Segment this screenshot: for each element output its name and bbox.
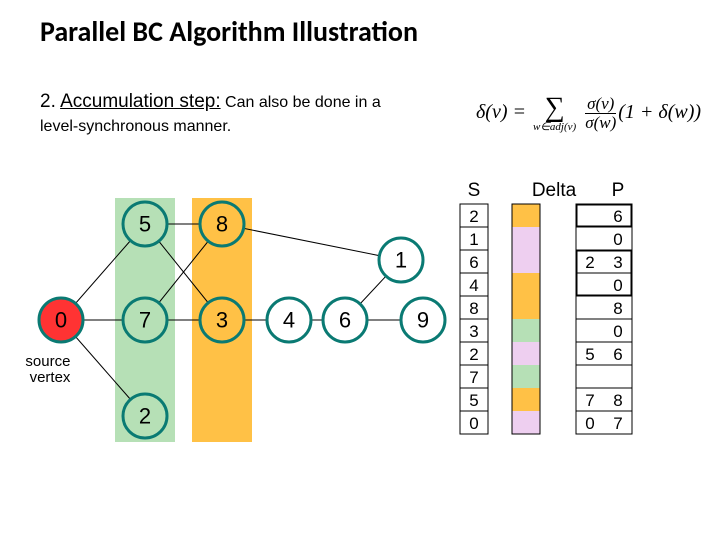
p-cell: 7 — [585, 391, 594, 410]
p-cell: 8 — [613, 299, 622, 318]
page-title: Parallel BC Algorithm Illustration — [40, 14, 418, 49]
formula: δ(v) = ∑ w∈adj(v) σ(v) σ(w) (1 + δ(w)) — [476, 94, 701, 133]
node-8: 8 — [200, 202, 244, 246]
node-0: 0 — [39, 298, 83, 342]
delta-column — [512, 204, 540, 434]
header-p: P — [612, 180, 625, 201]
s-cell: 0 — [469, 414, 478, 433]
p-column: 6023080567807 — [576, 204, 632, 434]
svg-text:8: 8 — [216, 212, 228, 237]
svg-text:1: 1 — [395, 248, 407, 273]
source-label: source vertex — [25, 353, 74, 386]
s-cell: 8 — [469, 299, 478, 318]
svg-text:5: 5 — [139, 212, 151, 237]
p-cell: 0 — [585, 414, 594, 433]
svg-text:7: 7 — [139, 308, 151, 333]
s-cell: 2 — [469, 207, 478, 226]
node-5: 5 — [123, 202, 167, 246]
s-column: 2 1 6 4 8 3 2 7 5 0 — [460, 204, 488, 434]
header-delta: Delta — [532, 180, 577, 201]
node-6: 6 — [323, 298, 367, 342]
diagram-canvas: 0 5 7 2 8 3 4 6 — [20, 180, 700, 520]
svg-text:9: 9 — [417, 308, 429, 333]
p-cell: 0 — [613, 322, 622, 341]
p-cell: 7 — [613, 414, 622, 433]
step-text: 2. Accumulation step: Can also be done i… — [40, 90, 381, 138]
s-cell: 4 — [469, 276, 478, 295]
header-s: S — [468, 180, 481, 201]
s-cell: 2 — [469, 345, 478, 364]
svg-text:2: 2 — [139, 404, 151, 429]
svg-text:0: 0 — [55, 308, 67, 333]
node-7: 7 — [123, 298, 167, 342]
node-2: 2 — [123, 394, 167, 438]
p-cell: 0 — [613, 230, 622, 249]
node-4: 4 — [267, 298, 311, 342]
s-cell: 5 — [469, 391, 478, 410]
svg-text:3: 3 — [216, 308, 228, 333]
node-9: 9 — [401, 298, 445, 342]
s-cell: 3 — [469, 322, 478, 341]
p-cell: 6 — [613, 345, 622, 364]
p-cell: 0 — [613, 276, 622, 295]
p-cell: 8 — [613, 391, 622, 410]
s-cell: 7 — [469, 368, 478, 387]
svg-text:6: 6 — [339, 308, 351, 333]
svg-text:4: 4 — [283, 308, 295, 333]
p-cell: 5 — [585, 345, 594, 364]
p-cell: 6 — [613, 207, 622, 226]
p-cell: 3 — [613, 253, 622, 272]
node-3: 3 — [200, 298, 244, 342]
s-cell: 1 — [469, 230, 478, 249]
s-cell: 6 — [469, 253, 478, 272]
node-1: 1 — [379, 238, 423, 282]
p-cell: 2 — [585, 253, 594, 272]
